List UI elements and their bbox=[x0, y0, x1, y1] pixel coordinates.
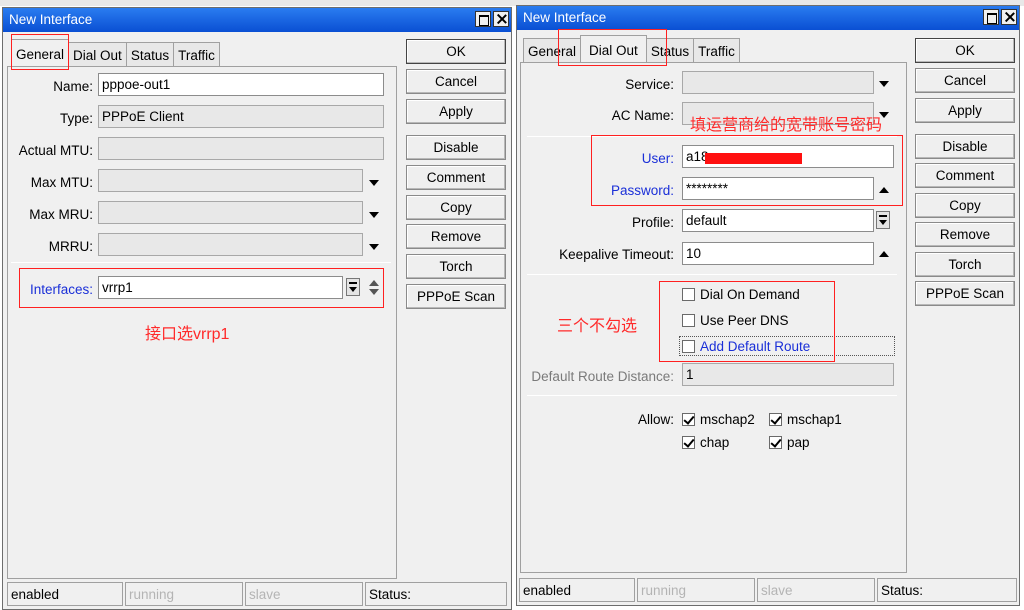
disable-button[interactable]: Disable bbox=[406, 135, 506, 160]
profile-field[interactable]: default bbox=[682, 209, 874, 232]
maximize-icon[interactable] bbox=[983, 9, 999, 25]
pap-checkbox[interactable] bbox=[769, 436, 782, 449]
pppoe-scan-button[interactable]: PPPoE Scan bbox=[915, 281, 1015, 306]
actual-mtu-field bbox=[98, 137, 384, 160]
pppoe-scan-button[interactable]: PPPoE Scan bbox=[406, 284, 506, 309]
default-route-distance-field: 1 bbox=[682, 363, 894, 386]
allow-label: Allow: bbox=[637, 412, 674, 427]
actual-mtu-label: Actual MTU: bbox=[18, 143, 93, 158]
close-icon[interactable] bbox=[1001, 9, 1017, 25]
mschap1-checkbox[interactable] bbox=[769, 413, 782, 426]
mschap2-checkbox[interactable] bbox=[682, 413, 695, 426]
checkboxes-highlight bbox=[659, 281, 835, 362]
max-mtu-dropdown-icon[interactable] bbox=[369, 180, 379, 186]
general-tab-highlight bbox=[11, 34, 69, 70]
comment-button[interactable]: Comment bbox=[915, 163, 1015, 188]
interfaces-highlight bbox=[19, 268, 384, 308]
separator bbox=[527, 395, 897, 396]
right-status-bar: enabled running slave Status: bbox=[517, 575, 1019, 605]
default-route-distance-label: Default Route Distance: bbox=[531, 369, 674, 384]
remove-button[interactable]: Remove bbox=[915, 222, 1015, 247]
max-mru-dropdown-icon[interactable] bbox=[369, 212, 379, 218]
maximize-icon[interactable] bbox=[475, 11, 491, 27]
tab-status[interactable]: Status bbox=[125, 42, 175, 66]
max-mru-field[interactable] bbox=[98, 201, 363, 224]
profile-label: Profile: bbox=[631, 215, 674, 230]
cancel-button[interactable]: Cancel bbox=[915, 68, 1015, 93]
copy-button[interactable]: Copy bbox=[915, 193, 1015, 218]
keepalive-label: Keepalive Timeout: bbox=[559, 247, 674, 262]
checkboxes-annotation: 三个不勾选 bbox=[557, 318, 638, 335]
mschap2-label: mschap2 bbox=[700, 412, 755, 427]
status-enabled: enabled bbox=[519, 578, 635, 602]
left-window-title: New Interface bbox=[9, 12, 93, 27]
credentials-highlight bbox=[591, 135, 903, 206]
left-new-interface-window: New Interface General Dial Out Status Tr… bbox=[2, 7, 512, 610]
tab-traffic[interactable]: Traffic bbox=[693, 38, 740, 62]
tab-traffic[interactable]: Traffic bbox=[173, 42, 220, 66]
separator bbox=[527, 274, 897, 275]
status-running: running bbox=[125, 582, 243, 606]
status-slave: slave bbox=[757, 578, 875, 602]
status-label: Status: bbox=[365, 582, 507, 606]
ac-name-label: AC Name: bbox=[611, 108, 674, 123]
cancel-button[interactable]: Cancel bbox=[406, 69, 506, 94]
dial-out-tab-highlight bbox=[558, 29, 667, 66]
name-label: Name: bbox=[53, 79, 93, 94]
max-mru-label: Max MRU: bbox=[29, 207, 93, 222]
profile-dropdown-icon[interactable] bbox=[876, 211, 890, 229]
credentials-annotation: 填运营商给的宽带账号密码 bbox=[690, 117, 883, 134]
service-dropdown-icon[interactable] bbox=[879, 81, 889, 87]
mrru-dropdown-icon[interactable] bbox=[369, 244, 379, 250]
mrru-label: MRRU: bbox=[48, 239, 93, 254]
type-field: PPPoE Client bbox=[98, 105, 384, 128]
apply-button[interactable]: Apply bbox=[915, 98, 1015, 123]
copy-button[interactable]: Copy bbox=[406, 195, 506, 220]
mschap1-label: mschap1 bbox=[787, 412, 842, 427]
ok-button[interactable]: OK bbox=[915, 38, 1015, 63]
status-label: Status: bbox=[877, 578, 1017, 602]
remove-button[interactable]: Remove bbox=[406, 224, 506, 249]
chap-checkbox[interactable] bbox=[682, 436, 695, 449]
type-label: Type: bbox=[59, 111, 93, 126]
ok-button[interactable]: OK bbox=[406, 39, 506, 64]
right-window-title: New Interface bbox=[523, 10, 607, 25]
keepalive-field[interactable]: 10 bbox=[682, 242, 874, 265]
service-field[interactable] bbox=[682, 71, 874, 94]
disable-button[interactable]: Disable bbox=[915, 134, 1015, 159]
right-title-bar[interactable]: New Interface bbox=[517, 6, 1019, 30]
torch-button[interactable]: Torch bbox=[915, 252, 1015, 277]
mrru-field[interactable] bbox=[98, 233, 363, 256]
left-title-bar[interactable]: New Interface bbox=[3, 8, 511, 32]
max-mtu-field[interactable] bbox=[98, 169, 363, 192]
service-label: Service: bbox=[625, 77, 674, 92]
chap-label: chap bbox=[700, 435, 730, 450]
left-status-bar: enabled running slave Status: bbox=[3, 579, 511, 609]
keepalive-toggle-icon[interactable] bbox=[879, 251, 889, 257]
close-icon[interactable] bbox=[493, 11, 509, 27]
status-enabled: enabled bbox=[7, 582, 123, 606]
tab-dial-out[interactable]: Dial Out bbox=[68, 42, 127, 66]
comment-button[interactable]: Comment bbox=[406, 165, 506, 190]
name-field[interactable]: pppoe-out1 bbox=[98, 73, 384, 96]
max-mtu-label: Max MTU: bbox=[30, 175, 93, 190]
torch-button[interactable]: Torch bbox=[406, 254, 506, 279]
interfaces-annotation: 接口选vrrp1 bbox=[145, 326, 230, 343]
status-slave: slave bbox=[245, 582, 363, 606]
apply-button[interactable]: Apply bbox=[406, 99, 506, 124]
status-running: running bbox=[637, 578, 755, 602]
pap-label: pap bbox=[787, 435, 810, 450]
separator bbox=[11, 262, 391, 263]
